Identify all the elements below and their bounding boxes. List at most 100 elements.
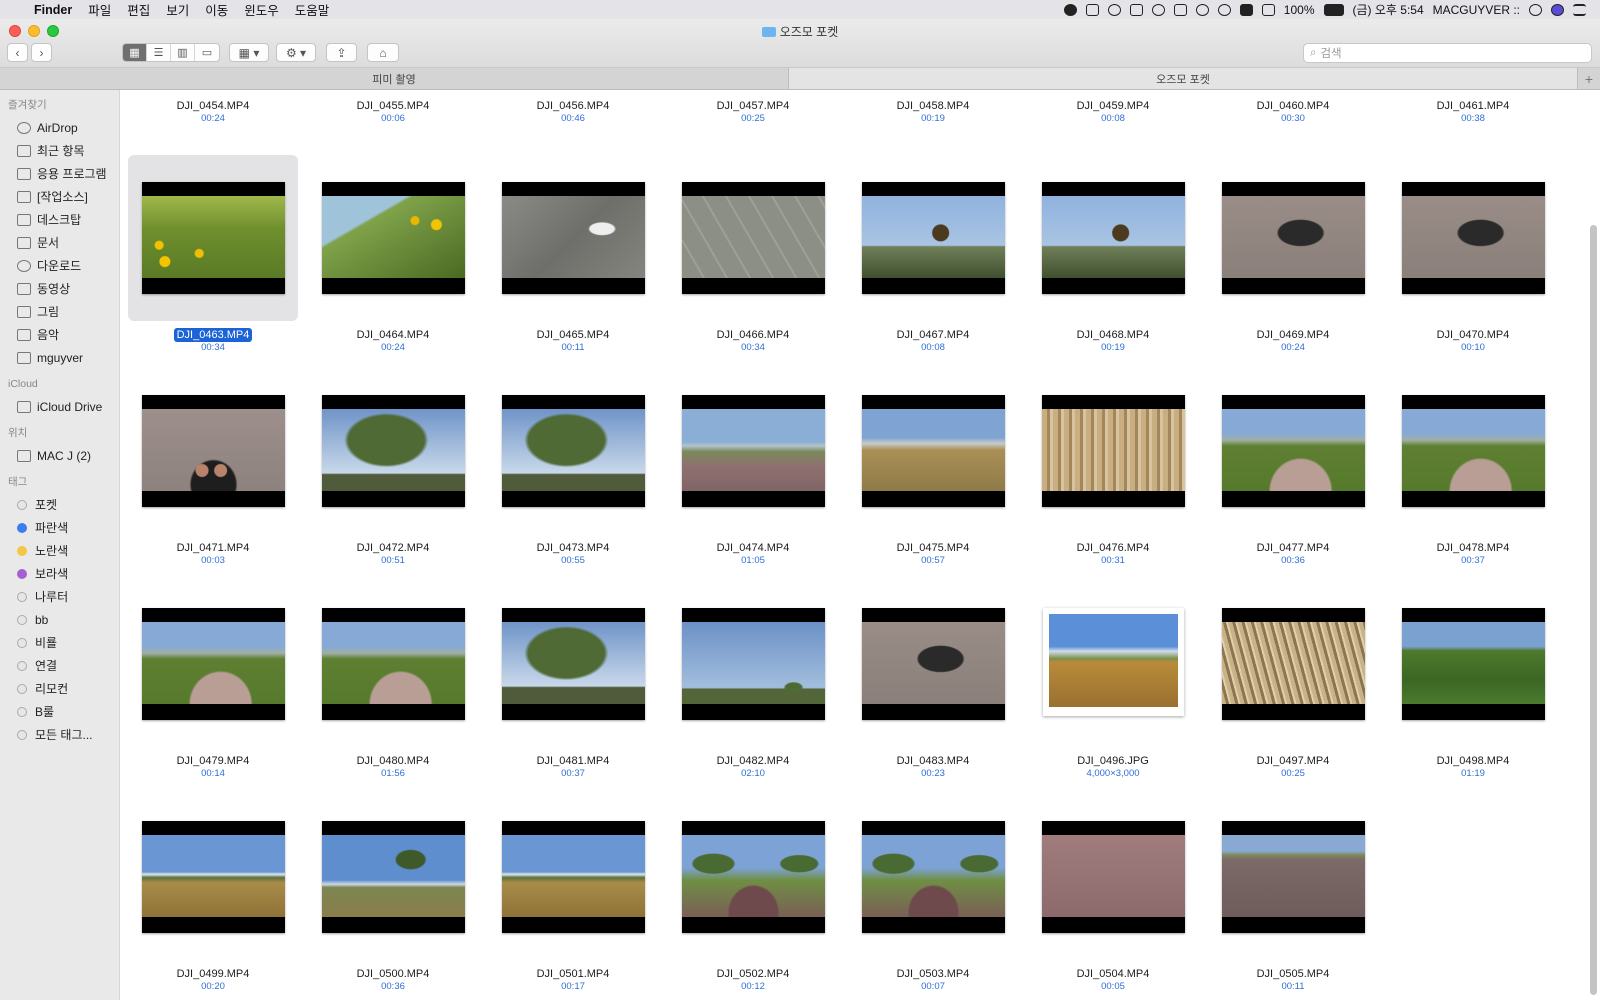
sidebar-tag-3[interactable]: 보라색 <box>0 562 119 585</box>
menu-window[interactable]: 윈도우 <box>236 0 287 19</box>
menu-help[interactable]: 도움말 <box>287 0 338 19</box>
icon-view-icon[interactable]: ▦ <box>123 44 147 61</box>
thumbnail-frame[interactable] <box>1388 368 1558 534</box>
thumbnail-frame[interactable] <box>128 368 298 534</box>
sidebar-tag-5[interactable]: bb <box>0 608 119 631</box>
sidebar-item-2[interactable]: 응용 프로그램 <box>0 162 119 185</box>
thumbnail-frame[interactable] <box>1208 794 1378 960</box>
thumbnail-frame[interactable] <box>668 155 838 321</box>
sidebar-item-10[interactable]: mguyver <box>0 346 119 369</box>
thumbnail-image <box>682 835 825 917</box>
thumbnail-frame[interactable] <box>848 368 1018 534</box>
wifi-icon[interactable] <box>1217 3 1231 16</box>
sidebar-item-8[interactable]: 그림 <box>0 300 119 323</box>
share-icon[interactable]: ⇪ <box>326 43 357 62</box>
sidebar-item-locations-0[interactable]: MAC J (2) <box>0 444 119 467</box>
notification-center-icon[interactable] <box>1573 3 1586 16</box>
sidebar-tag-6[interactable]: 비룔 <box>0 631 119 654</box>
sidebar-item-5[interactable]: 문서 <box>0 231 119 254</box>
input-source-icon[interactable] <box>1239 3 1253 16</box>
thumbnail-frame[interactable] <box>488 368 658 534</box>
gallery-view-icon[interactable]: ▭ <box>195 44 219 61</box>
thumbnail-frame[interactable] <box>1388 581 1558 747</box>
thumbnail-frame[interactable] <box>848 794 1018 960</box>
thumbnail-frame[interactable] <box>1028 794 1198 960</box>
app-menu[interactable]: Finder <box>26 3 80 17</box>
thumbnail-frame[interactable] <box>128 155 298 321</box>
cloud-icon[interactable] <box>1107 3 1121 16</box>
action-gear-icon[interactable]: ⚙ ▾ <box>276 43 316 62</box>
column-view-icon[interactable]: ▥ <box>171 44 195 61</box>
fan-icon[interactable] <box>1151 3 1165 16</box>
tag-dot-icon <box>17 706 27 717</box>
thumbnail-frame[interactable] <box>1208 581 1378 747</box>
thumbnail-frame[interactable] <box>128 794 298 960</box>
battery-icon[interactable] <box>1323 3 1344 16</box>
search-input[interactable]: ⌕ 검색 <box>1303 43 1592 63</box>
display-icon[interactable] <box>1173 3 1187 16</box>
spotlight-icon[interactable] <box>1529 3 1542 16</box>
thumbnail-frame[interactable] <box>308 581 478 747</box>
thumbnail-frame[interactable] <box>668 794 838 960</box>
sidebar-tag-2[interactable]: 노란색 <box>0 539 119 562</box>
menu-view[interactable]: 보기 <box>158 0 197 19</box>
sidebar-item-9[interactable]: 음악 <box>0 323 119 346</box>
sidebar-item-7[interactable]: 동영상 <box>0 277 119 300</box>
menu-go[interactable]: 이동 <box>197 0 236 19</box>
thumbnail <box>682 608 825 720</box>
back-button[interactable]: ‹ <box>7 43 28 62</box>
menu-edit[interactable]: 편집 <box>119 0 158 19</box>
clipboard-icon[interactable] <box>1129 3 1143 16</box>
sidebar-tag-10[interactable]: 모든 태그... <box>0 723 119 746</box>
window-manager-icon[interactable] <box>1085 3 1099 16</box>
thumbnail-frame[interactable] <box>848 581 1018 747</box>
thumbnail-frame[interactable] <box>488 581 658 747</box>
thumbnail-image <box>862 196 1005 278</box>
thumbnail-frame[interactable] <box>1388 155 1558 321</box>
list-view-icon[interactable]: ☰ <box>147 44 171 61</box>
vertical-scrollbar[interactable] <box>1590 225 1597 995</box>
sidebar-item-4[interactable]: 데스크탑 <box>0 208 119 231</box>
sidebar-tag-0[interactable]: 포켓 <box>0 493 119 516</box>
sidebar-tag-7[interactable]: 연결 <box>0 654 119 677</box>
thumbnail-frame[interactable] <box>1028 581 1198 747</box>
thumbnail-frame[interactable] <box>668 368 838 534</box>
thumbnail-frame[interactable] <box>308 794 478 960</box>
clock[interactable]: (금) 오후 5:54 <box>1353 1 1424 18</box>
tab-0[interactable]: 피미 촬영 <box>0 68 789 89</box>
sidebar-item-label: 문서 <box>37 236 60 250</box>
chat-icon[interactable] <box>1063 3 1077 16</box>
volume-icon[interactable] <box>1261 3 1275 16</box>
thumbnail-frame[interactable] <box>1208 368 1378 534</box>
thumbnail-frame[interactable] <box>488 155 658 321</box>
tag-icon[interactable]: ⌂ <box>367 43 399 62</box>
thumbnail-frame[interactable] <box>308 368 478 534</box>
new-tab-button[interactable]: + <box>1578 68 1600 89</box>
thumbnail-frame[interactable] <box>1028 155 1198 321</box>
group-by-button[interactable]: ▦ ▾ <box>229 43 269 62</box>
thumbnail-frame[interactable] <box>488 794 658 960</box>
thumbnail-frame[interactable] <box>848 155 1018 321</box>
sidebar-item-icloud-0[interactable]: iCloud Drive <box>0 395 119 418</box>
thumbnail-frame[interactable] <box>128 581 298 747</box>
sidebar-item-3[interactable]: [작업소스] <box>0 185 119 208</box>
time-machine-icon[interactable] <box>1195 3 1209 16</box>
sidebar-tag-8[interactable]: 리모컨 <box>0 677 119 700</box>
siri-icon[interactable] <box>1551 3 1564 16</box>
thumbnail-frame[interactable] <box>668 581 838 747</box>
menu-file[interactable]: 파일 <box>80 0 119 19</box>
sidebar-item-0[interactable]: AirDrop <box>0 116 119 139</box>
sidebar-item-6[interactable]: 다운로드 <box>0 254 119 277</box>
sidebar-tag-1[interactable]: 파란색 <box>0 516 119 539</box>
thumbnail-frame[interactable] <box>1208 155 1378 321</box>
sidebar-section-icloud: iCloud <box>8 378 38 390</box>
thumbnail-frame[interactable] <box>308 155 478 321</box>
sidebar-tag-4[interactable]: 나루터 <box>0 585 119 608</box>
thumbnail-frame[interactable] <box>1028 368 1198 534</box>
sidebar-tag-9[interactable]: B룰 <box>0 700 119 723</box>
forward-button[interactable]: › <box>31 43 52 62</box>
tab-1[interactable]: 오즈모 포켓 <box>789 68 1578 89</box>
thumbnail <box>1043 608 1184 716</box>
user-name[interactable]: MACGUYVER :: <box>1433 3 1520 17</box>
sidebar-item-1[interactable]: 최근 항목 <box>0 139 119 162</box>
